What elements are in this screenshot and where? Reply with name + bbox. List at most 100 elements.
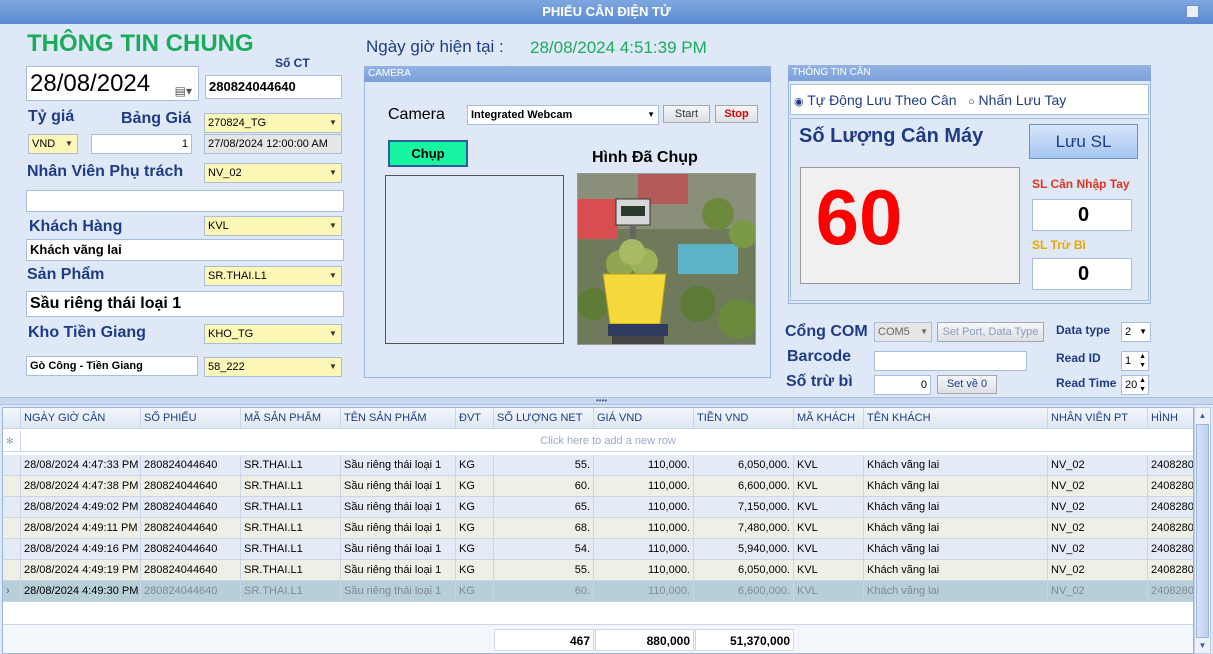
table-cell[interactable]: SR.THAI.L1	[241, 455, 341, 476]
table-row[interactable]: 28/08/2024 4:49:19 PM 280824044640 SR.THAI…	[3, 560, 1193, 581]
sp-combo[interactable]: SR.THAI.L1 ▼	[204, 266, 342, 286]
table-cell[interactable]: 280824044640	[141, 560, 241, 581]
table-row[interactable]: 28/08/2024 4:49:11 PM 280824044640 SR.THAI…	[3, 518, 1193, 539]
table-cell[interactable]: Khách vãng lai	[864, 581, 1048, 602]
table-cell[interactable]: NV_02	[1048, 518, 1148, 539]
col-header[interactable]: SỐ LƯỢNG NET	[494, 408, 594, 429]
table-cell[interactable]: 2408280	[1148, 518, 1193, 539]
table-cell[interactable]: 2408280	[1148, 560, 1193, 581]
kho-code-combo[interactable]: 58_222 ▼	[204, 357, 342, 377]
table-cell[interactable]: Khách vãng lai	[864, 455, 1048, 476]
read-id-spinner[interactable]: 1 ▲ ▼	[1121, 351, 1149, 371]
table-row[interactable]: 28/08/2024 4:47:33 PM 280824044640 SR.THAI…	[3, 455, 1193, 476]
table-row[interactable]: 28/08/2024 4:47:38 PM 280824044640 SR.THAI…	[3, 476, 1193, 497]
new-row[interactable]: ✻ Click here to add a new row	[3, 431, 1193, 452]
table-cell[interactable]: SR.THAI.L1	[241, 539, 341, 560]
spinner-arrows-icon[interactable]: ▲ ▼	[1139, 352, 1146, 370]
table-cell[interactable]: 280824044640	[141, 539, 241, 560]
table-cell[interactable]: Khách vãng lai	[864, 560, 1048, 581]
col-header[interactable]: SỐ PHIẾU	[141, 408, 241, 429]
current-row-indicator-icon[interactable]: ›	[3, 581, 21, 602]
scroll-down-icon[interactable]: ▼	[1195, 638, 1210, 653]
table-cell[interactable]: Sầu riêng thái loại 1	[341, 581, 456, 602]
row-indicator[interactable]	[3, 497, 21, 518]
table-cell[interactable]: Khách vãng lai	[864, 497, 1048, 518]
table-cell[interactable]: NV_02	[1048, 497, 1148, 518]
start-button[interactable]: Start	[663, 105, 710, 123]
table-cell[interactable]: 28/08/2024 4:49:11 PM	[21, 518, 141, 539]
table-cell[interactable]: 280824044640	[141, 581, 241, 602]
table-cell[interactable]: 60.	[494, 476, 594, 497]
nv-combo[interactable]: NV_02 ▼	[204, 163, 342, 183]
col-header[interactable]: NHÂN VIÊN PT	[1048, 408, 1148, 429]
table-cell[interactable]: SR.THAI.L1	[241, 497, 341, 518]
so-tru-bi-field[interactable]: 0	[874, 375, 931, 395]
table-cell[interactable]: 5,940,000.	[694, 539, 794, 560]
col-header[interactable]: GIÁ VND	[594, 408, 694, 429]
table-cell[interactable]: 2408280	[1148, 539, 1193, 560]
table-cell[interactable]: Khách vãng lai	[864, 539, 1048, 560]
capture-button[interactable]: Chụp	[388, 140, 468, 167]
table-cell[interactable]: 28/08/2024 4:49:02 PM	[21, 497, 141, 518]
table-row[interactable]: › 28/08/2024 4:49:30 PM 280824044640 SR.THA…	[3, 581, 1193, 602]
table-row[interactable]: 28/08/2024 4:49:16 PM 280824044640 SR.THAI…	[3, 539, 1193, 560]
mode-auto-radio[interactable]: ◉ Tự Động Lưu Theo Cân	[794, 92, 957, 108]
table-cell[interactable]: KVL	[794, 539, 864, 560]
table-cell[interactable]: 280824044640	[141, 455, 241, 476]
table-cell[interactable]: 110,000.	[594, 581, 694, 602]
grid-vertical-scrollbar[interactable]: ▲ ▼	[1194, 407, 1211, 654]
manual-qty-field[interactable]: 0	[1032, 199, 1132, 231]
table-cell[interactable]: Khách vãng lai	[864, 476, 1048, 497]
maximize-button[interactable]	[1186, 5, 1199, 18]
table-cell[interactable]: 28/08/2024 4:49:16 PM	[21, 539, 141, 560]
table-cell[interactable]: 110,000.	[594, 497, 694, 518]
row-indicator[interactable]	[3, 560, 21, 581]
kho-combo[interactable]: KHO_TG ▼	[204, 324, 342, 344]
table-cell[interactable]: 280824044640	[141, 476, 241, 497]
col-header[interactable]: ĐVT	[456, 408, 494, 429]
table-cell[interactable]: KG	[456, 539, 494, 560]
table-cell[interactable]: 2408280	[1148, 581, 1193, 602]
table-cell[interactable]: 55.	[494, 455, 594, 476]
sp-name-field[interactable]: Sầu riêng thái loại 1	[26, 291, 344, 317]
table-cell[interactable]: KG	[456, 476, 494, 497]
date-picker[interactable]: 28/08/2024 ▤▾	[26, 66, 199, 101]
scroll-up-icon[interactable]: ▲	[1195, 408, 1210, 423]
currency-combo[interactable]: VND ▼	[28, 134, 78, 154]
table-cell[interactable]: KG	[456, 560, 494, 581]
table-cell[interactable]: 68.	[494, 518, 594, 539]
table-cell[interactable]: 54.	[494, 539, 594, 560]
spinner-arrows-icon[interactable]: ▲ ▼	[1139, 376, 1146, 394]
table-cell[interactable]: NV_02	[1048, 476, 1148, 497]
read-time-spinner[interactable]: 20 ▲ ▼	[1121, 375, 1149, 395]
table-cell[interactable]: KVL	[794, 476, 864, 497]
table-cell[interactable]: 65.	[494, 497, 594, 518]
table-cell[interactable]: Sầu riêng thái loại 1	[341, 518, 456, 539]
table-cell[interactable]: 28/08/2024 4:47:38 PM	[21, 476, 141, 497]
table-cell[interactable]: NV_02	[1048, 539, 1148, 560]
set-zero-button[interactable]: Set về 0	[937, 375, 997, 394]
table-cell[interactable]: KVL	[794, 455, 864, 476]
table-cell[interactable]: KVL	[794, 518, 864, 539]
table-cell[interactable]: KVL	[794, 560, 864, 581]
camera-device-select[interactable]: Integrated Webcam ▼	[467, 105, 659, 125]
table-cell[interactable]: 28/08/2024 4:49:19 PM	[21, 560, 141, 581]
table-cell[interactable]: 55.	[494, 560, 594, 581]
col-header[interactable]: MÃ SẢN PHẨM	[241, 408, 341, 429]
table-cell[interactable]: NV_02	[1048, 455, 1148, 476]
table-cell[interactable]: 110,000.	[594, 539, 694, 560]
bang-gia-combo[interactable]: 270824_TG ▼	[204, 113, 342, 133]
table-cell[interactable]: 60.	[494, 581, 594, 602]
table-cell[interactable]: Sầu riêng thái loại 1	[341, 476, 456, 497]
table-cell[interactable]: SR.THAI.L1	[241, 560, 341, 581]
table-cell[interactable]: 6,600,000.	[694, 581, 794, 602]
table-cell[interactable]: 7,150,000.	[694, 497, 794, 518]
table-cell[interactable]: NV_02	[1048, 560, 1148, 581]
table-cell[interactable]: 28/08/2024 4:47:33 PM	[21, 455, 141, 476]
set-port-button[interactable]: Set Port, Data Type	[937, 322, 1044, 342]
col-header[interactable]: TIỀN VND	[694, 408, 794, 429]
table-cell[interactable]: 110,000.	[594, 455, 694, 476]
table-cell[interactable]: Sầu riêng thái loại 1	[341, 560, 456, 581]
col-header[interactable]: MÃ KHÁCH	[794, 408, 864, 429]
table-cell[interactable]: 2408280	[1148, 476, 1193, 497]
